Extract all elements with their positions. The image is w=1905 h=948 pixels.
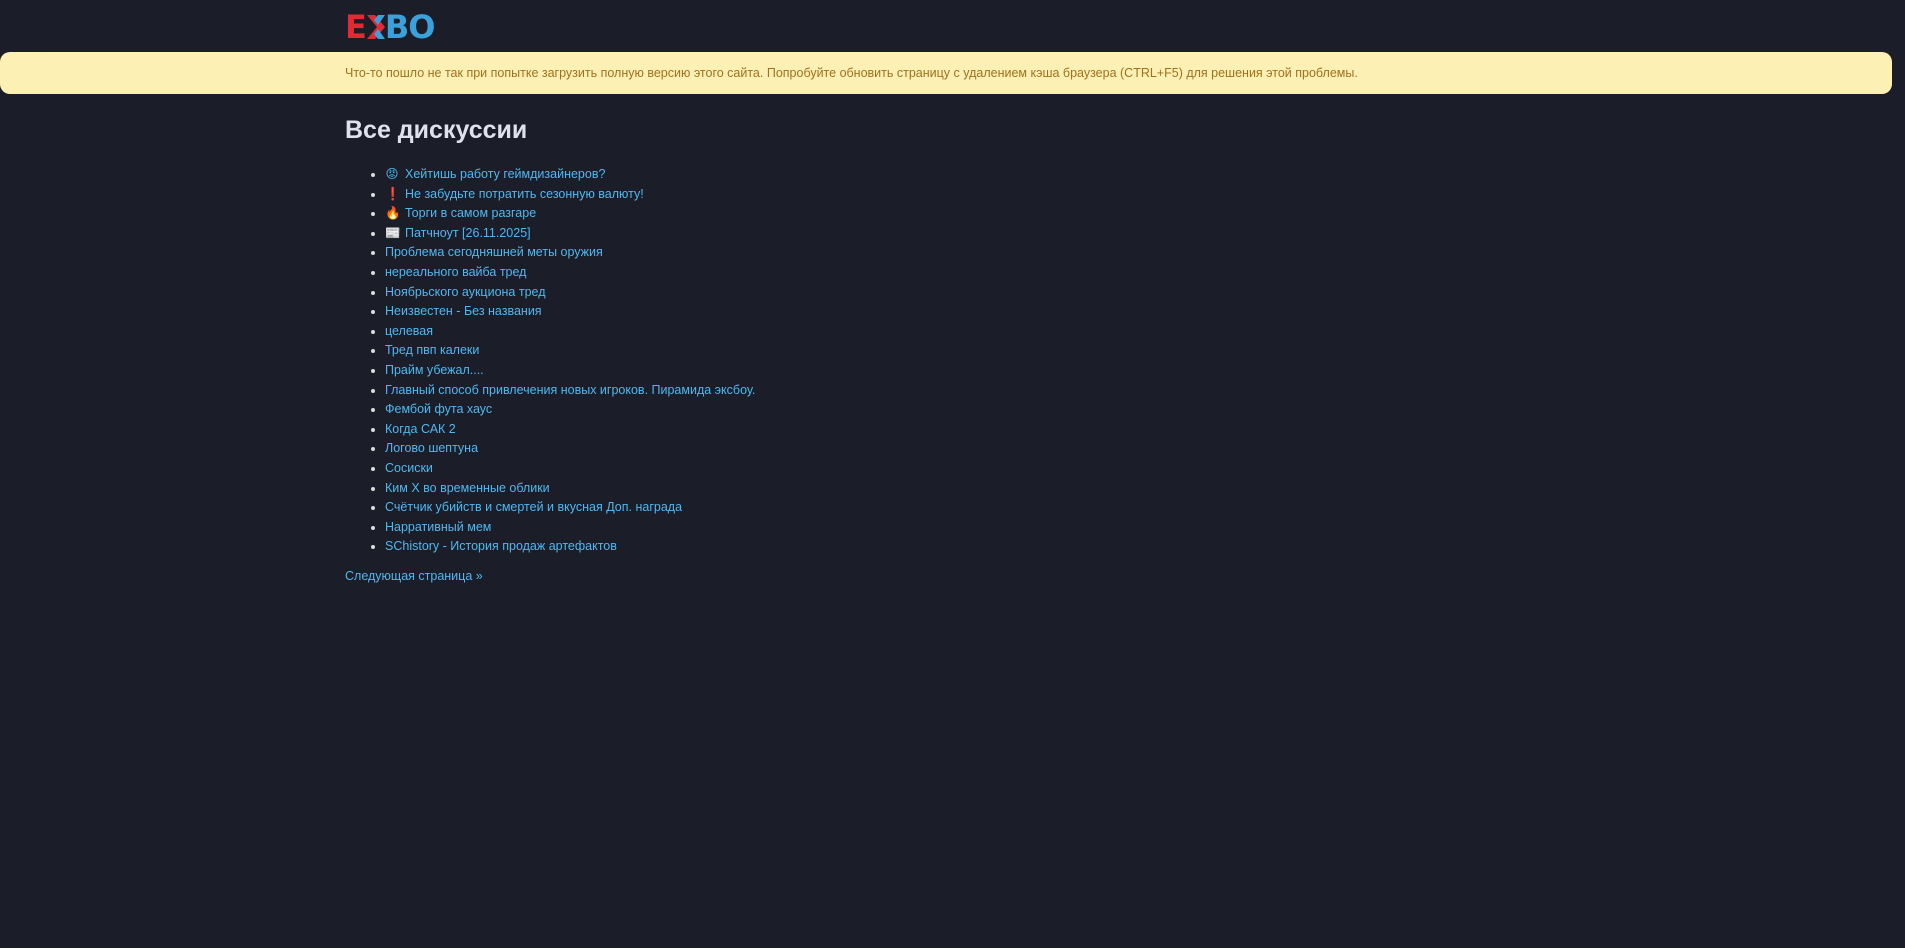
discussion-link[interactable]: Нарративный мем (385, 520, 491, 534)
discussion-item: Неизвестен - Без названия (385, 302, 1545, 322)
discussion-item: Фембой фута хаус (385, 400, 1545, 420)
discussion-item: Когда САК 2 (385, 420, 1545, 440)
discussion-title: нереального вайба тред (385, 264, 527, 279)
discussion-title: Нарративный мем (385, 519, 492, 534)
discussion-link[interactable]: Главный способ привлечения новых игроков… (385, 383, 755, 397)
discussion-link[interactable]: Ноябрьского аукциона тред (385, 285, 546, 299)
discussion-item: Ким Х во временные облики (385, 479, 1545, 499)
logo-letters-bo: BO (384, 8, 436, 46)
discussion-link[interactable]: Тред пвп калеки (385, 343, 479, 357)
discussion-link[interactable]: целевая (385, 324, 433, 338)
discussion-title: Хейтишь работу геймдизайнеров? (405, 167, 606, 181)
discussion-title: Фембой фута хаус (385, 402, 493, 417)
discussion-item: Логово шептуна (385, 439, 1545, 459)
alert-message: Что-то пошло не так при попытке загрузит… (345, 66, 1358, 80)
discussion-emoji-icon: 📰 (385, 225, 401, 240)
discussion-item: Ноябрьского аукциона тред (385, 283, 1545, 303)
discussion-title: Сосиски (385, 460, 433, 475)
main-content: Все дискуссии 😡 Хейтишь работу геймдизайн… (345, 110, 1545, 585)
logo-letter-e: E (345, 8, 367, 46)
page-title: Все дискуссии (345, 116, 528, 144)
discussion-item: Тред пвп калеки (385, 341, 1545, 361)
discussion-title: Торги в самом разгаре (405, 206, 537, 221)
discussion-item: 😡 Хейтишь работу геймдизайнеров? (385, 165, 1545, 185)
discussion-title: Когда САК 2 (385, 421, 456, 436)
exbo-logo[interactable]: E BO (345, 8, 436, 46)
error-alert: Что-то пошло не так при попытке загрузит… (0, 52, 1892, 94)
scrollbar[interactable] (1893, 0, 1905, 948)
discussion-link[interactable]: Прайм убежал.... (385, 363, 484, 377)
discussion-title: Логово шептуна (385, 441, 479, 456)
discussion-link[interactable]: Логово шептуна (385, 441, 478, 455)
discussion-link[interactable]: ❗ Не забудьте потратить сезонную валюту! (385, 187, 644, 201)
logo-arrow-icon (365, 14, 387, 40)
discussion-item: Нарративный мем (385, 518, 1545, 538)
discussion-item: Сосиски (385, 459, 1545, 479)
discussion-title: Не забудьте потратить сезонную валюту! (405, 186, 644, 201)
discussion-title: Неизвестен - Без названия (385, 304, 542, 319)
discussion-title: Проблема сегодняшней меты оружия (385, 245, 603, 260)
discussion-link[interactable]: Фембой фута хаус (385, 402, 492, 416)
discussion-link[interactable]: нереального вайба тред (385, 265, 526, 279)
discussion-item: Проблема сегодняшней меты оружия (385, 243, 1545, 263)
discussion-title: Ким Х во временные облики (385, 480, 550, 495)
discussion-title: Главный способ привлечения новых игроков… (385, 382, 756, 397)
discussion-item: Счётчик убийств и смертей и вкусная Доп.… (385, 498, 1545, 518)
discussion-item: 📰 Патчноут [26.11.2025] (385, 224, 1545, 244)
discussion-link[interactable]: Счётчик убийств и смертей и вкусная Доп.… (385, 500, 682, 514)
next-page-link[interactable]: Следующая страница » (345, 569, 483, 583)
discussion-title: SChistory - История продаж артефактов (385, 539, 617, 554)
site-header: E BO (345, 8, 436, 46)
discussion-link[interactable]: 🔥 Торги в самом разгаре (385, 206, 536, 220)
discussion-link[interactable]: SChistory - История продаж артефактов (385, 539, 617, 553)
discussion-title: Патчноут [26.11.2025] (405, 225, 531, 240)
discussion-link[interactable]: 😡 Хейтишь работу геймдизайнеров? (385, 167, 605, 181)
discussion-item: Прайм убежал.... (385, 361, 1545, 381)
discussion-link[interactable]: Когда САК 2 (385, 422, 456, 436)
discussion-item: нереального вайба тред (385, 263, 1545, 283)
discussion-item: 🔥 Торги в самом разгаре (385, 204, 1545, 224)
discussion-list: 😡 Хейтишь работу геймдизайнеров? ❗ Не забуд… (345, 165, 1545, 557)
discussion-link[interactable]: Ким Х во временные облики (385, 481, 550, 495)
discussion-link[interactable]: Сосиски (385, 461, 433, 475)
discussion-emoji-icon: ❗ (385, 186, 401, 201)
discussion-link[interactable]: 📰 Патчноут [26.11.2025] (385, 226, 531, 240)
discussion-emoji-icon: 😡 (385, 167, 399, 181)
discussion-title: Счётчик убийств и смертей и вкусная Доп.… (385, 500, 683, 515)
discussion-emoji-icon: 🔥 (385, 206, 401, 221)
discussion-title: Прайм убежал.... (385, 362, 484, 377)
discussion-item: Главный способ привлечения новых игроков… (385, 381, 1545, 401)
discussion-link[interactable]: Проблема сегодняшней меты оружия (385, 245, 603, 259)
discussion-item: ❗ Не забудьте потратить сезонную валюту! (385, 185, 1545, 205)
discussion-item: целевая (385, 322, 1545, 342)
discussion-title: целевая (385, 323, 434, 338)
discussion-title: Ноябрьского аукциона тред (385, 284, 546, 299)
discussion-title: Тред пвп калеки (385, 343, 480, 358)
discussion-item: SChistory - История продаж артефактов (385, 537, 1545, 557)
discussion-link[interactable]: Неизвестен - Без названия (385, 304, 542, 318)
